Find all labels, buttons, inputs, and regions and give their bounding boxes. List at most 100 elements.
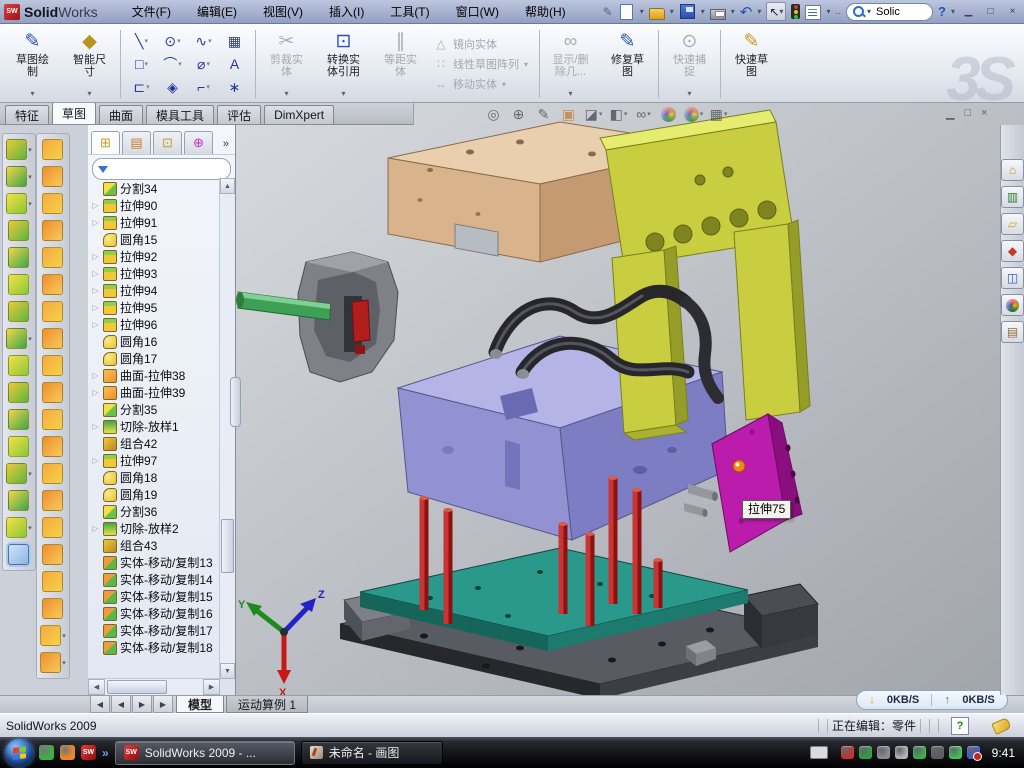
taskbar-task[interactable]: 未命名 - 画图 <box>301 741 443 765</box>
panel-splitter-handle[interactable] <box>230 377 241 427</box>
antivirus-icon[interactable] <box>841 746 854 759</box>
dropdown-arrow-icon[interactable]: ▾ <box>28 335 32 343</box>
design-library-icon[interactable]: ▥ <box>1001 186 1024 208</box>
dropdown-arrow-icon[interactable]: ▾ <box>624 110 628 118</box>
tree-item[interactable]: 实体-移动/复制14 <box>91 571 220 588</box>
measure-icon[interactable] <box>8 544 30 565</box>
update-icon[interactable] <box>877 746 890 759</box>
tree-item[interactable]: 组合43 <box>91 537 220 554</box>
replace-face-icon[interactable] <box>42 436 64 457</box>
delete-face-icon[interactable] <box>42 409 64 430</box>
tree-item[interactable]: ▷拉伸95 <box>91 299 220 316</box>
selection-box-icon[interactable]: ▦ <box>219 30 250 53</box>
security-shield-icon[interactable] <box>859 746 872 759</box>
select-tool[interactable]: ↖▾ <box>766 2 786 21</box>
tree-item[interactable]: ▷拉伸91 <box>91 214 220 231</box>
display-style-icon[interactable]: ◧▾ <box>607 104 630 124</box>
dropdown-arrow-icon[interactable]: ▾ <box>144 37 148 45</box>
expand-arrow-icon[interactable]: ▷ <box>91 269 100 278</box>
dropdown-arrow-icon[interactable]: ▾ <box>284 88 288 101</box>
linear-pattern-icon[interactable]: ▾ <box>6 328 32 349</box>
new-document-icon[interactable] <box>620 4 633 20</box>
safety-center-icon[interactable] <box>949 746 962 759</box>
quick-tips-button[interactable]: ? <box>951 717 969 735</box>
spline-tool-icon[interactable]: ∿▾ <box>188 30 219 53</box>
dropdown-arrow-icon[interactable]: ▾ <box>647 110 651 118</box>
dropdown-arrow-icon[interactable]: ▾ <box>62 632 66 640</box>
solidworks-resources-icon[interactable]: ⌂ <box>1001 159 1024 181</box>
dropdown-arrow-icon[interactable]: ▾ <box>951 7 955 16</box>
ribbon-button[interactable]: ✎快速草图 <box>723 27 780 101</box>
toolbar-overflow[interactable]: .. <box>835 6 841 17</box>
scroll-right-icon[interactable]: ▶ <box>203 679 220 695</box>
dropdown-arrow-icon[interactable]: ▾ <box>144 60 148 68</box>
messenger-icon[interactable] <box>39 745 54 760</box>
tag-icon[interactable] <box>991 717 1011 735</box>
circle-tool-icon[interactable]: ⊙▾ <box>157 30 188 53</box>
tree-item[interactable]: 分割35 <box>91 401 220 418</box>
shell-icon[interactable] <box>8 247 30 268</box>
text-tool-icon[interactable]: A <box>219 53 250 76</box>
network-speed-widget[interactable]: ↓ 0KB/S ↑ 0KB/S <box>856 690 1008 710</box>
sync-icon[interactable] <box>913 746 926 759</box>
spline-surface-icon[interactable]: ▾ <box>40 625 66 646</box>
tree-item[interactable]: 分割36 <box>91 503 220 520</box>
expand-arrow-icon[interactable]: ▷ <box>91 456 100 465</box>
tree-horizontal-scrollbar[interactable]: ◀ ▶ <box>88 678 220 695</box>
scroll-down-icon[interactable]: ▼ <box>220 663 235 679</box>
ribbon-stack-item[interactable]: ↔移动实体▾ <box>434 76 532 92</box>
tab-DimXpert[interactable]: DimXpert <box>264 105 334 124</box>
expand-arrow-icon[interactable]: ▷ <box>91 524 100 533</box>
restore-button[interactable]: □ <box>982 4 999 19</box>
combine-icon[interactable] <box>8 409 30 430</box>
scroll-thumb[interactable] <box>221 519 234 573</box>
custom-properties-icon[interactable]: ▤ <box>1001 321 1024 343</box>
menu-item[interactable]: 插入(I) <box>329 3 364 20</box>
dropdown-arrow-icon[interactable]: ▾ <box>724 110 728 118</box>
model-viewport[interactable]: Y Z X <box>236 103 1024 695</box>
ribbon-button[interactable]: ∞显示/删除几...▾ <box>542 27 599 101</box>
network-icon[interactable] <box>931 746 944 759</box>
scroll-left-icon[interactable]: ◀ <box>88 679 105 695</box>
move-copy-body-icon[interactable] <box>8 436 30 457</box>
view-orientation-icon[interactable]: ◪▾ <box>582 104 605 124</box>
rib-icon[interactable] <box>8 355 30 376</box>
zoom-area-icon[interactable]: ⊕ <box>507 104 530 124</box>
dome-icon[interactable] <box>42 571 64 592</box>
traffic-light-icon[interactable] <box>791 4 800 19</box>
tree-item[interactable]: ▷曲面-拉伸39 <box>91 384 220 401</box>
tree-item[interactable]: ▷拉伸97 <box>91 452 220 469</box>
tree-item[interactable]: 组合42 <box>91 435 220 452</box>
tree-item[interactable]: 实体-移动/复制13 <box>91 554 220 571</box>
expand-arrow-icon[interactable]: ▷ <box>91 252 100 261</box>
dropdown-arrow-icon[interactable]: ▾ <box>206 83 210 91</box>
section-view-icon[interactable]: ▣ <box>557 104 580 124</box>
options-list-icon[interactable] <box>805 5 821 20</box>
propertymanager-tab-icon[interactable]: ▤ <box>122 131 151 154</box>
open-icon[interactable] <box>649 8 665 20</box>
view-settings-icon[interactable]: ▦▾ <box>707 104 730 124</box>
chamfer-icon[interactable] <box>8 220 30 241</box>
scroll-up-icon[interactable]: ▲ <box>220 178 235 194</box>
taskbar-task[interactable]: SWSolidWorks 2009 - ... <box>115 741 295 765</box>
tree-item[interactable]: ▷曲面-拉伸38 <box>91 367 220 384</box>
dropdown-arrow-icon[interactable]: ▾ <box>757 7 761 16</box>
surface-loft-icon[interactable] <box>42 193 64 214</box>
surface-sweep-icon[interactable] <box>42 139 64 160</box>
hide-show-items-icon[interactable]: ∞▾ <box>632 104 655 124</box>
scroll-thumb[interactable] <box>107 680 167 694</box>
dropdown-arrow-icon[interactable]: ▾ <box>700 110 704 118</box>
dropdown-arrow-icon[interactable]: ▾ <box>178 60 182 68</box>
dropdown-arrow-icon[interactable]: ▾ <box>701 7 705 16</box>
split-body-icon[interactable] <box>8 382 30 403</box>
solidworks-recovery-icon[interactable]: ◆ <box>1001 240 1024 262</box>
scene-icon[interactable]: ▾ <box>682 104 705 124</box>
draft-icon[interactable] <box>8 274 30 295</box>
quicklaunch-chevron-icon[interactable]: » <box>102 746 109 760</box>
ribbon-button[interactable]: ∥等距实体 <box>372 27 429 101</box>
menu-item[interactable]: 文件(F) <box>132 3 171 20</box>
expand-arrow-icon[interactable]: ▷ <box>91 371 100 380</box>
solidworks-quicklaunch-icon[interactable]: SW <box>81 745 96 760</box>
search-input[interactable] <box>874 5 926 19</box>
doc-tab-模型[interactable]: 模型 <box>176 696 224 713</box>
